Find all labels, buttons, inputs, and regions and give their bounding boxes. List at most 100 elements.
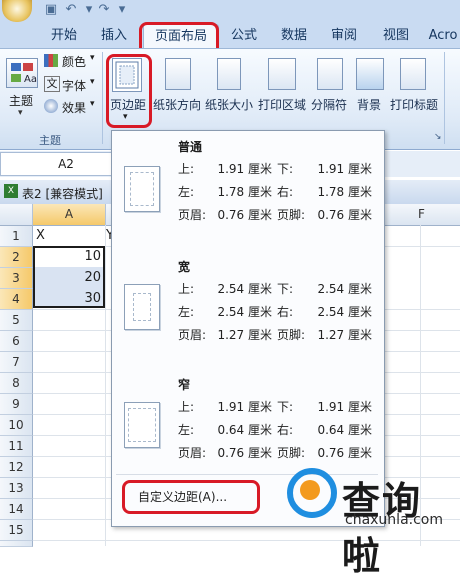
tab-review[interactable]: 审阅	[322, 24, 366, 48]
header-value: 0.76 厘米	[217, 208, 272, 222]
row-header[interactable]: 2	[0, 247, 33, 268]
bottom-label: 下:	[277, 400, 294, 414]
highlight-margins-button	[106, 54, 152, 128]
group-divider	[444, 52, 445, 144]
row-header[interactable]: 9	[0, 394, 33, 415]
wide-margins-icon	[124, 284, 160, 330]
left-value: 1.78 厘米	[217, 185, 272, 199]
fonts-button[interactable]: 字体	[62, 77, 86, 94]
row-header[interactable]: 11	[0, 436, 33, 457]
effects-dropdown-icon[interactable]: ▾	[90, 99, 95, 109]
left-label: 左:	[178, 305, 195, 319]
top-value: 1.91 厘米	[217, 400, 272, 414]
narrow-margins-icon	[124, 402, 160, 448]
header-value: 1.27 厘米	[217, 328, 272, 342]
print-titles-button[interactable]: 打印标题	[388, 96, 440, 112]
tab-formulas[interactable]: 公式	[222, 24, 266, 48]
orientation-icon	[165, 58, 191, 90]
breaks-icon	[317, 58, 343, 90]
row-header[interactable]: 16	[0, 541, 33, 547]
dialog-launcher-icon[interactable]: ↘	[434, 132, 442, 142]
row-header[interactable]: 14	[0, 499, 33, 520]
row-header[interactable]: 4	[0, 289, 33, 310]
print-titles-icon	[400, 58, 426, 90]
menu-separator	[116, 474, 378, 475]
themes-icon: Aa	[6, 58, 38, 88]
row-header[interactable]: 6	[0, 331, 33, 352]
tab-acrobat[interactable]: Acro	[426, 24, 460, 48]
row-header[interactable]: 15	[0, 520, 33, 541]
themes-button[interactable]: 主题	[6, 92, 36, 108]
preset-title: 普通	[178, 140, 203, 154]
cell-a3[interactable]: 20	[35, 268, 101, 288]
fonts-icon: 文	[44, 76, 60, 92]
redo-icon[interactable]: ↷	[95, 3, 113, 17]
size-button[interactable]: 纸张大小	[204, 96, 254, 112]
column-header-f[interactable]: F	[383, 204, 460, 226]
themes-dropdown-icon[interactable]: ▾	[18, 108, 23, 118]
right-label: 右:	[277, 305, 294, 319]
watermark-logo-dot	[300, 480, 320, 500]
right-value: 0.64 厘米	[317, 423, 372, 437]
orientation-button[interactable]: 纸张方向	[152, 96, 202, 112]
left-value: 0.64 厘米	[217, 423, 272, 437]
size-icon	[217, 58, 241, 90]
left-label: 左:	[178, 423, 195, 437]
left-value: 2.54 厘米	[217, 305, 272, 319]
tab-home[interactable]: 开始	[40, 24, 88, 48]
row-header[interactable]: 10	[0, 415, 33, 436]
footer-value: 0.76 厘米	[317, 208, 372, 222]
top-value: 2.54 厘米	[217, 282, 272, 296]
tab-insert[interactable]: 插入	[92, 24, 136, 48]
preset-title: 宽	[178, 260, 191, 274]
row-header[interactable]: 13	[0, 478, 33, 499]
column-header-a[interactable]: A	[33, 204, 106, 226]
top-label: 上:	[178, 282, 195, 296]
row-header[interactable]: 5	[0, 310, 33, 331]
group-divider	[102, 52, 103, 144]
bottom-value: 1.91 厘米	[317, 400, 372, 414]
undo-icon[interactable]: ↶	[62, 3, 80, 17]
row-header[interactable]: 12	[0, 457, 33, 478]
row-header[interactable]: 1	[0, 226, 33, 247]
top-label: 上:	[178, 400, 195, 414]
breaks-button[interactable]: 分隔符	[308, 96, 350, 112]
theme-group-label: 主题	[39, 134, 61, 147]
effects-button[interactable]: 效果	[62, 99, 86, 116]
row-header[interactable]: 7	[0, 352, 33, 373]
tab-data[interactable]: 数据	[272, 24, 316, 48]
cell-a4[interactable]: 30	[35, 289, 101, 309]
background-icon	[356, 58, 384, 90]
row-header[interactable]: 3	[0, 268, 33, 289]
print-area-button[interactable]: 打印区域	[256, 96, 308, 112]
cell-a2[interactable]: 10	[35, 247, 101, 267]
bottom-value: 2.54 厘米	[317, 282, 372, 296]
preset-title: 窄	[178, 378, 191, 392]
select-all-corner[interactable]	[0, 204, 33, 226]
tab-view[interactable]: 视图	[374, 24, 418, 48]
left-label: 左:	[178, 185, 195, 199]
redo-dropdown-icon[interactable]: ▾	[113, 3, 131, 17]
footer-value: 0.76 厘米	[317, 446, 372, 460]
save-icon[interactable]: ▣	[42, 3, 60, 17]
workbook-title: 表2 [兼容模式]	[22, 187, 103, 201]
header-value: 0.76 厘米	[217, 446, 272, 460]
watermark-domain: chaxunla.com	[345, 512, 443, 528]
background-button[interactable]: 背景	[352, 96, 386, 112]
colors-button[interactable]: 颜色	[62, 53, 86, 70]
row-header[interactable]: 8	[0, 373, 33, 394]
highlight-custom-margins	[122, 480, 260, 514]
top-label: 上:	[178, 162, 195, 176]
colors-dropdown-icon[interactable]: ▾	[90, 53, 95, 63]
top-value: 1.91 厘米	[217, 162, 272, 176]
right-label: 右:	[277, 423, 294, 437]
excel-icon: X	[4, 184, 18, 198]
bottom-label: 下:	[277, 282, 294, 296]
right-label: 右:	[277, 185, 294, 199]
right-value: 2.54 厘米	[317, 305, 372, 319]
right-value: 1.78 厘米	[317, 185, 372, 199]
footer-value: 1.27 厘米	[317, 328, 372, 342]
fonts-dropdown-icon[interactable]: ▾	[90, 77, 95, 87]
cell-a1[interactable]: X	[36, 226, 45, 246]
colors-icon	[44, 54, 58, 67]
